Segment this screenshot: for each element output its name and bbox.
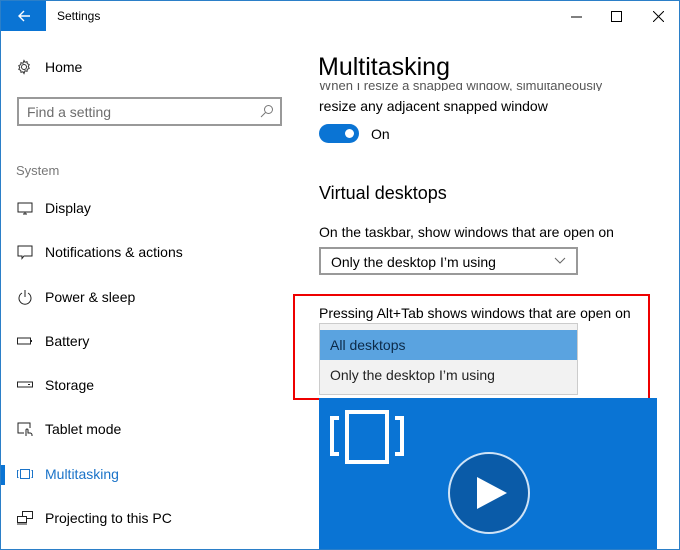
- multitasking-icon: [330, 410, 404, 464]
- play-button[interactable]: [448, 452, 530, 534]
- home-link[interactable]: Home: [16, 59, 82, 75]
- sidebar-item-battery[interactable]: Battery: [1, 323, 297, 359]
- play-icon: [477, 477, 507, 509]
- sidebar-item-display[interactable]: Display: [1, 190, 297, 226]
- window-title: Settings: [57, 9, 101, 23]
- snap-resize-toggle-row: On: [319, 124, 390, 143]
- sidebar-item-label: Battery: [45, 333, 90, 349]
- option-label: All desktops: [330, 337, 406, 353]
- virtual-desktops-heading: Virtual desktops: [319, 183, 447, 203]
- sidebar-item-tablet-mode[interactable]: Tablet mode: [1, 411, 297, 447]
- sidebar-item-multitasking[interactable]: Multitasking: [1, 456, 297, 492]
- sidebar-item-label: Power & sleep: [45, 289, 136, 305]
- minimize-icon: [570, 16, 582, 17]
- projecting-icon: [16, 510, 34, 526]
- toggle-state-label: On: [371, 125, 390, 142]
- active-indicator: [1, 465, 5, 485]
- sidebar: Home System Display Notifications & acti…: [1, 31, 297, 549]
- tablet-mode-icon: [16, 421, 34, 437]
- snap-resize-toggle[interactable]: [319, 124, 359, 143]
- settings-window: Settings Home System Display: [0, 0, 680, 550]
- battery-icon: [16, 333, 34, 349]
- sidebar-item-power-sleep[interactable]: Power & sleep: [1, 279, 297, 315]
- section-label-system: System: [16, 163, 60, 178]
- taskbar-windows-label: On the taskbar, show windows that are op…: [319, 224, 614, 240]
- video-thumbnail[interactable]: [319, 398, 657, 549]
- taskbar-windows-dropdown[interactable]: Only the desktop I’m using: [319, 247, 578, 275]
- toggle-knob: [345, 129, 354, 138]
- sidebar-item-label: Notifications & actions: [45, 244, 183, 260]
- close-button[interactable]: [635, 1, 679, 31]
- dropdown-option-current-desktop[interactable]: Only the desktop I’m using: [320, 360, 577, 390]
- sidebar-item-label: Projecting to this PC: [45, 510, 172, 526]
- back-arrow-icon: [17, 10, 30, 22]
- multitasking-icon: [16, 466, 34, 482]
- close-icon: [652, 10, 664, 22]
- dropdown-value: Only the desktop I’m using: [331, 254, 496, 270]
- title-bar: Settings: [1, 1, 679, 31]
- power-icon: [16, 289, 34, 305]
- search-box[interactable]: [17, 97, 282, 126]
- search-icon[interactable]: [260, 104, 274, 118]
- sidebar-item-label: Tablet mode: [45, 421, 122, 437]
- sidebar-item-label: Storage: [45, 377, 95, 393]
- search-input[interactable]: [27, 103, 252, 121]
- storage-icon: [16, 377, 34, 393]
- display-icon: [16, 200, 34, 216]
- alttab-dropdown-list: All desktops Only the desktop I’m using: [319, 323, 578, 395]
- maximize-icon: [610, 10, 622, 22]
- sidebar-item-storage[interactable]: Storage: [1, 367, 297, 403]
- sidebar-item-label: Multitasking: [45, 466, 119, 482]
- sidebar-item-notifications[interactable]: Notifications & actions: [1, 234, 297, 270]
- main-content: Multitasking When I resize a snapped win…: [293, 31, 679, 549]
- back-button[interactable]: [1, 1, 46, 31]
- sidebar-item-label: Display: [45, 200, 91, 216]
- maximize-button[interactable]: [593, 1, 639, 31]
- page-title: Multitasking: [318, 53, 450, 81]
- alttab-windows-label: Pressing Alt+Tab shows windows that are …: [319, 305, 631, 321]
- gear-icon: [18, 59, 30, 75]
- notifications-icon: [16, 244, 34, 260]
- home-label: Home: [45, 59, 83, 75]
- chevron-down-icon: [554, 257, 566, 264]
- snap-description: resize any adjacent snapped window: [319, 98, 548, 114]
- snap-description-partial: When I resize a snapped window, simultan…: [319, 83, 603, 91]
- dropdown-option-all-desktops[interactable]: All desktops: [320, 330, 577, 360]
- sidebar-item-projecting[interactable]: Projecting to this PC: [1, 500, 297, 536]
- option-label: Only the desktop I’m using: [330, 367, 495, 383]
